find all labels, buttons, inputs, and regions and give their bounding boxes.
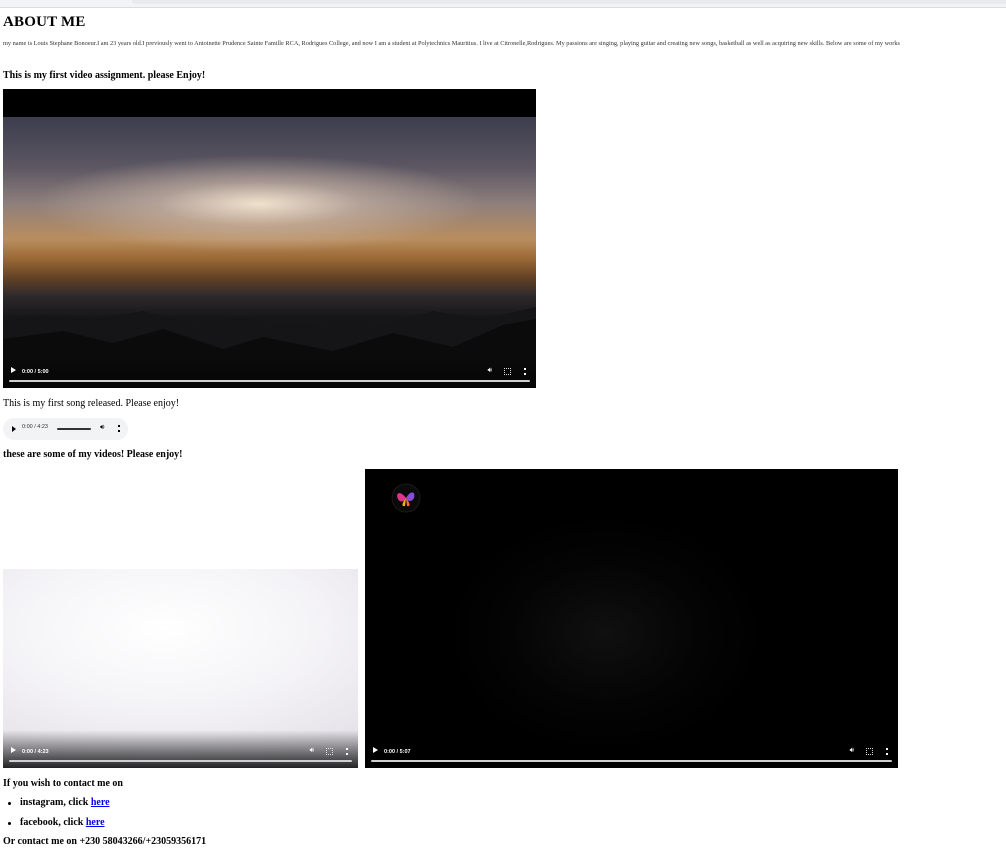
video-progress-bar[interactable] <box>9 380 530 382</box>
more-options-icon[interactable] <box>346 748 350 755</box>
audio-time: 0:00 / 4:23 <box>22 424 48 430</box>
video-controls: 0:00 / 4:23 🔊︎ <box>3 730 358 768</box>
video-progress-bar[interactable] <box>9 760 352 762</box>
facebook-link[interactable]: here <box>86 817 105 828</box>
audio-player[interactable]: 0:00 / 4:23 🔊︎ <box>3 418 128 440</box>
instagram-link[interactable]: here <box>91 797 110 808</box>
play-icon[interactable] <box>11 367 16 373</box>
tab-strip <box>132 0 1006 4</box>
volume-icon[interactable]: 🔊︎ <box>100 423 104 432</box>
video-time: 0:00 / 5:07 <box>384 749 411 755</box>
phone-line: Or contact me on +230 58043266/+23059356… <box>3 836 207 847</box>
volume-icon[interactable]: 🔊︎ <box>310 746 314 755</box>
video-player-dark[interactable]: 0:00 / 5:07 🔊︎ <box>365 469 898 768</box>
video-progress-bar[interactable] <box>371 760 892 762</box>
contact-item-instagram: instagram, click here <box>3 796 110 816</box>
more-options-icon[interactable] <box>118 425 122 432</box>
video-player-bright[interactable]: 0:00 / 4:23 🔊︎ <box>3 569 358 768</box>
video-controls: 0:00 / 5:00 🔊︎ <box>3 358 536 388</box>
video-time: 0:00 / 5:00 <box>22 369 49 375</box>
more-options-icon[interactable] <box>886 748 890 755</box>
contact-item-label: instagram, click <box>20 797 91 808</box>
page-title: ABOUT ME <box>3 14 86 30</box>
video-player-assignment[interactable]: 0:00 / 5:00 🔊︎ <box>3 89 536 388</box>
browser-top-strip <box>0 0 1006 8</box>
volume-icon[interactable]: 🔊︎ <box>850 746 854 755</box>
bio-paragraph: my name is Louis Stephane Bonoeur.I am 2… <box>3 40 900 47</box>
play-icon[interactable] <box>11 747 16 753</box>
song-heading: This is my first song released. Please e… <box>3 398 180 409</box>
fullscreen-icon[interactable] <box>866 748 873 755</box>
play-icon[interactable] <box>12 426 16 432</box>
audio-progress-bar[interactable] <box>57 428 91 430</box>
volume-icon[interactable]: 🔊︎ <box>488 366 492 375</box>
more-options-icon[interactable] <box>524 368 528 375</box>
fullscreen-icon[interactable] <box>504 368 511 375</box>
videos-heading: these are some of my videos! Please enjo… <box>3 449 183 460</box>
contact-list: instagram, click here facebook, click he… <box>3 796 110 836</box>
video-controls: 0:00 / 5:07 🔊︎ <box>365 738 898 768</box>
play-icon[interactable] <box>373 747 378 753</box>
contact-intro: If you wish to contact me on <box>3 778 123 789</box>
video-assignment-heading: This is my first video assignment. pleas… <box>3 70 206 81</box>
video-frame-dark <box>365 469 898 768</box>
contact-item-label: facebook, click <box>20 817 86 828</box>
butterfly-logo-icon <box>391 483 421 513</box>
video-time: 0:00 / 4:23 <box>22 749 49 755</box>
contact-item-facebook: facebook, click here <box>3 816 110 836</box>
fullscreen-icon[interactable] <box>326 748 333 755</box>
